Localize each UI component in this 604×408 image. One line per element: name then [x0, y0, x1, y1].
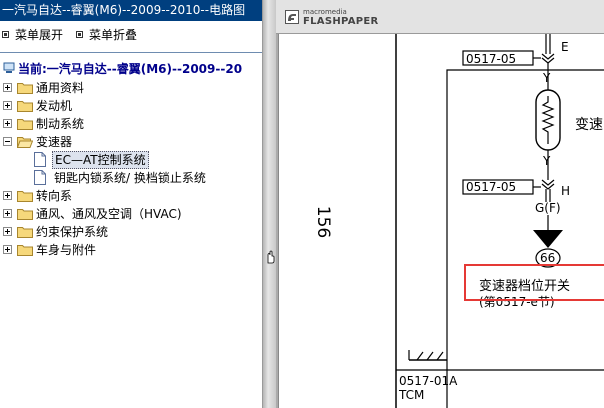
tree-item-label[interactable]: 变速器	[36, 133, 72, 151]
viewer-toolbar: macromedia FLASHPAPER	[276, 0, 604, 34]
divider	[0, 52, 262, 53]
expand-all-label: 菜单展开	[15, 28, 64, 42]
open-folder-icon	[17, 137, 33, 148]
expand-toggle-icon[interactable]	[3, 101, 12, 110]
pin-label-bottom: H	[561, 184, 571, 198]
folder-icon	[17, 209, 33, 220]
logo-product-text: FLASHPAPER	[303, 16, 379, 27]
expand-toggle-icon[interactable]	[3, 119, 12, 128]
tree-item-general[interactable]: 通用资料	[0, 79, 262, 97]
folder-icon	[17, 83, 33, 94]
document-viewer: macromedia FLASHPAPER 156 0517-05 0517-0…	[276, 0, 604, 408]
panel-title: 一汽马自达--睿翼(M6)--2009--2010--电路图	[0, 0, 262, 21]
navigation-panel: 一汽马自达--睿翼(M6)--2009--2010--电路图 菜单展开 菜单折叠…	[0, 0, 262, 408]
pin-label-y-lower: Y	[543, 154, 551, 168]
expand-toggle-icon[interactable]	[3, 209, 12, 218]
connector-code-top: 0517-05	[466, 52, 517, 66]
component-label: 变速	[575, 117, 603, 133]
folder-icon	[17, 119, 33, 130]
current-path-label: 当前:一汽马自达--睿翼(M6)--2009--20	[18, 62, 243, 76]
collapse-toggle-icon[interactable]	[3, 137, 12, 146]
hand-cursor-icon	[267, 250, 275, 264]
ground-number: 66	[540, 251, 556, 265]
ground-hatch	[416, 351, 424, 361]
tree-item-label[interactable]: EC—AT控制系统	[52, 151, 149, 169]
menu-square-icon	[76, 31, 83, 38]
wire-color-label: G(F)	[535, 201, 561, 215]
connector-chevron	[541, 179, 555, 186]
document-page[interactable]: 156 0517-05 0517-05 E Y Y H G(F) 66 变速 变…	[278, 34, 604, 408]
pin-label-y-upper: Y	[543, 71, 551, 85]
ground-arrow	[533, 230, 563, 248]
tree-item-ec-at-control[interactable]: EC—AT控制系统	[0, 151, 262, 169]
pin-label-top: E	[561, 40, 569, 54]
flashpaper-logo-icon	[285, 10, 299, 24]
tree-item-label[interactable]: 约束保护系统	[36, 223, 108, 241]
tree-item-label[interactable]: 通风、通风及空调（HVAC)	[36, 205, 182, 223]
tree-item-transmission[interactable]: 变速器	[0, 133, 262, 151]
ground-hatch	[426, 351, 434, 361]
wiring-diagram	[395, 34, 604, 408]
tree-item-label[interactable]: 通用资料	[36, 79, 84, 97]
expand-toggle-icon[interactable]	[3, 191, 12, 200]
expand-toggle-icon[interactable]	[3, 245, 12, 254]
folder-icon	[17, 245, 33, 256]
highlight-box	[464, 264, 604, 301]
tree-item-label[interactable]: 制动系统	[36, 115, 84, 133]
ground-hatch	[436, 351, 444, 361]
tree-item-steering[interactable]: 转向系	[0, 187, 262, 205]
tcm-connector-code: 0517-01A	[399, 374, 458, 388]
computer-icon	[3, 62, 15, 73]
tree-item-label[interactable]: 发动机	[36, 97, 72, 115]
tree-item-hvac[interactable]: 通风、通风及空调（HVAC)	[0, 205, 262, 223]
tree-item-label[interactable]: 车身与附件	[36, 241, 96, 259]
collapse-all-label: 菜单折叠	[89, 28, 138, 42]
connector-chevron	[541, 53, 555, 60]
tcm-label: TCM	[399, 388, 425, 402]
tree-item-label[interactable]: 转向系	[36, 187, 72, 205]
tree-item-restraints[interactable]: 约束保护系统	[0, 223, 262, 241]
connector-code-bottom: 0517-05	[466, 180, 517, 194]
folder-icon	[17, 227, 33, 238]
folder-icon	[17, 191, 33, 202]
tree-item-label[interactable]: 钥匙内锁系统/ 换档锁止系统	[54, 169, 206, 187]
collapse-all-button[interactable]: 菜单折叠	[76, 26, 137, 44]
tree-item-brakes[interactable]: 制动系统	[0, 115, 262, 133]
panel-splitter[interactable]	[262, 0, 276, 408]
document-icon	[34, 152, 46, 167]
tree-item-engine[interactable]: 发动机	[0, 97, 262, 115]
expand-toggle-icon[interactable]	[3, 83, 12, 92]
menu-square-icon	[2, 31, 9, 38]
folder-icon	[17, 101, 33, 112]
tree-item-key-interlock[interactable]: 钥匙内锁系统/ 换档锁止系统	[0, 169, 262, 187]
expand-all-button[interactable]: 菜单展开	[2, 26, 63, 44]
document-icon	[34, 170, 46, 185]
logo-vendor-text: macromedia	[303, 8, 347, 16]
expand-toggle-icon[interactable]	[3, 227, 12, 236]
tree-item-body[interactable]: 车身与附件	[0, 241, 262, 259]
current-path: 当前:一汽马自达--睿翼(M6)--2009--20	[0, 60, 262, 78]
